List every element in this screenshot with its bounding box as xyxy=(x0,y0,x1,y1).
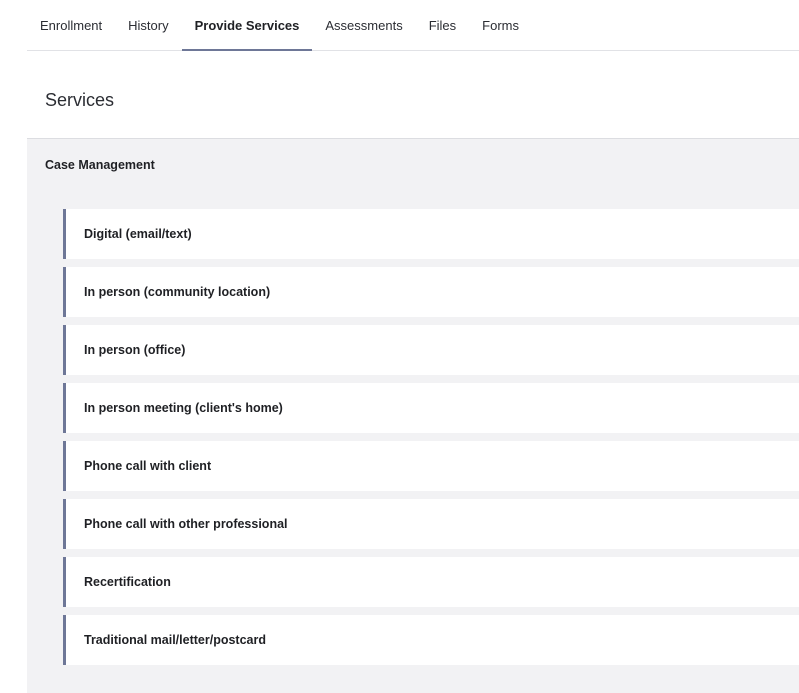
service-item-traditional-mail[interactable]: Traditional mail/letter/postcard xyxy=(63,615,799,665)
services-header: Services xyxy=(27,51,799,139)
service-item-label: Digital (email/text) xyxy=(84,227,192,241)
section-title: Case Management xyxy=(45,158,155,172)
service-item-in-person-office[interactable]: In person (office) xyxy=(63,325,799,375)
page-title: Services xyxy=(45,90,115,110)
service-item-recertification[interactable]: Recertification xyxy=(63,557,799,607)
tab-history[interactable]: History xyxy=(115,0,181,50)
tab-files[interactable]: Files xyxy=(416,0,469,50)
service-item-in-person-home[interactable]: In person meeting (client's home) xyxy=(63,383,799,433)
service-item-label: Phone call with other professional xyxy=(84,517,288,531)
service-item-label: Recertification xyxy=(84,575,171,589)
tab-bar: Enrollment History Provide Services Asse… xyxy=(27,0,799,51)
case-management-section: Case Management Digital (email/text) In … xyxy=(27,139,799,693)
service-item-phone-professional[interactable]: Phone call with other professional xyxy=(63,499,799,549)
tab-provide-services[interactable]: Provide Services xyxy=(181,0,313,51)
tab-forms[interactable]: Forms xyxy=(469,0,532,50)
service-list: Digital (email/text) In person (communit… xyxy=(63,209,799,673)
service-item-phone-client[interactable]: Phone call with client xyxy=(63,441,799,491)
service-item-label: In person (office) xyxy=(84,343,186,357)
tab-enrollment[interactable]: Enrollment xyxy=(27,0,115,50)
service-item-digital[interactable]: Digital (email/text) xyxy=(63,209,799,259)
service-item-label: Phone call with client xyxy=(84,459,212,473)
tab-assessments[interactable]: Assessments xyxy=(312,0,415,50)
service-item-in-person-community[interactable]: In person (community location) xyxy=(63,267,799,317)
service-item-label: Traditional mail/letter/postcard xyxy=(84,633,266,647)
service-item-label: In person meeting (client's home) xyxy=(84,401,283,415)
service-item-label: In person (community location) xyxy=(84,285,271,299)
